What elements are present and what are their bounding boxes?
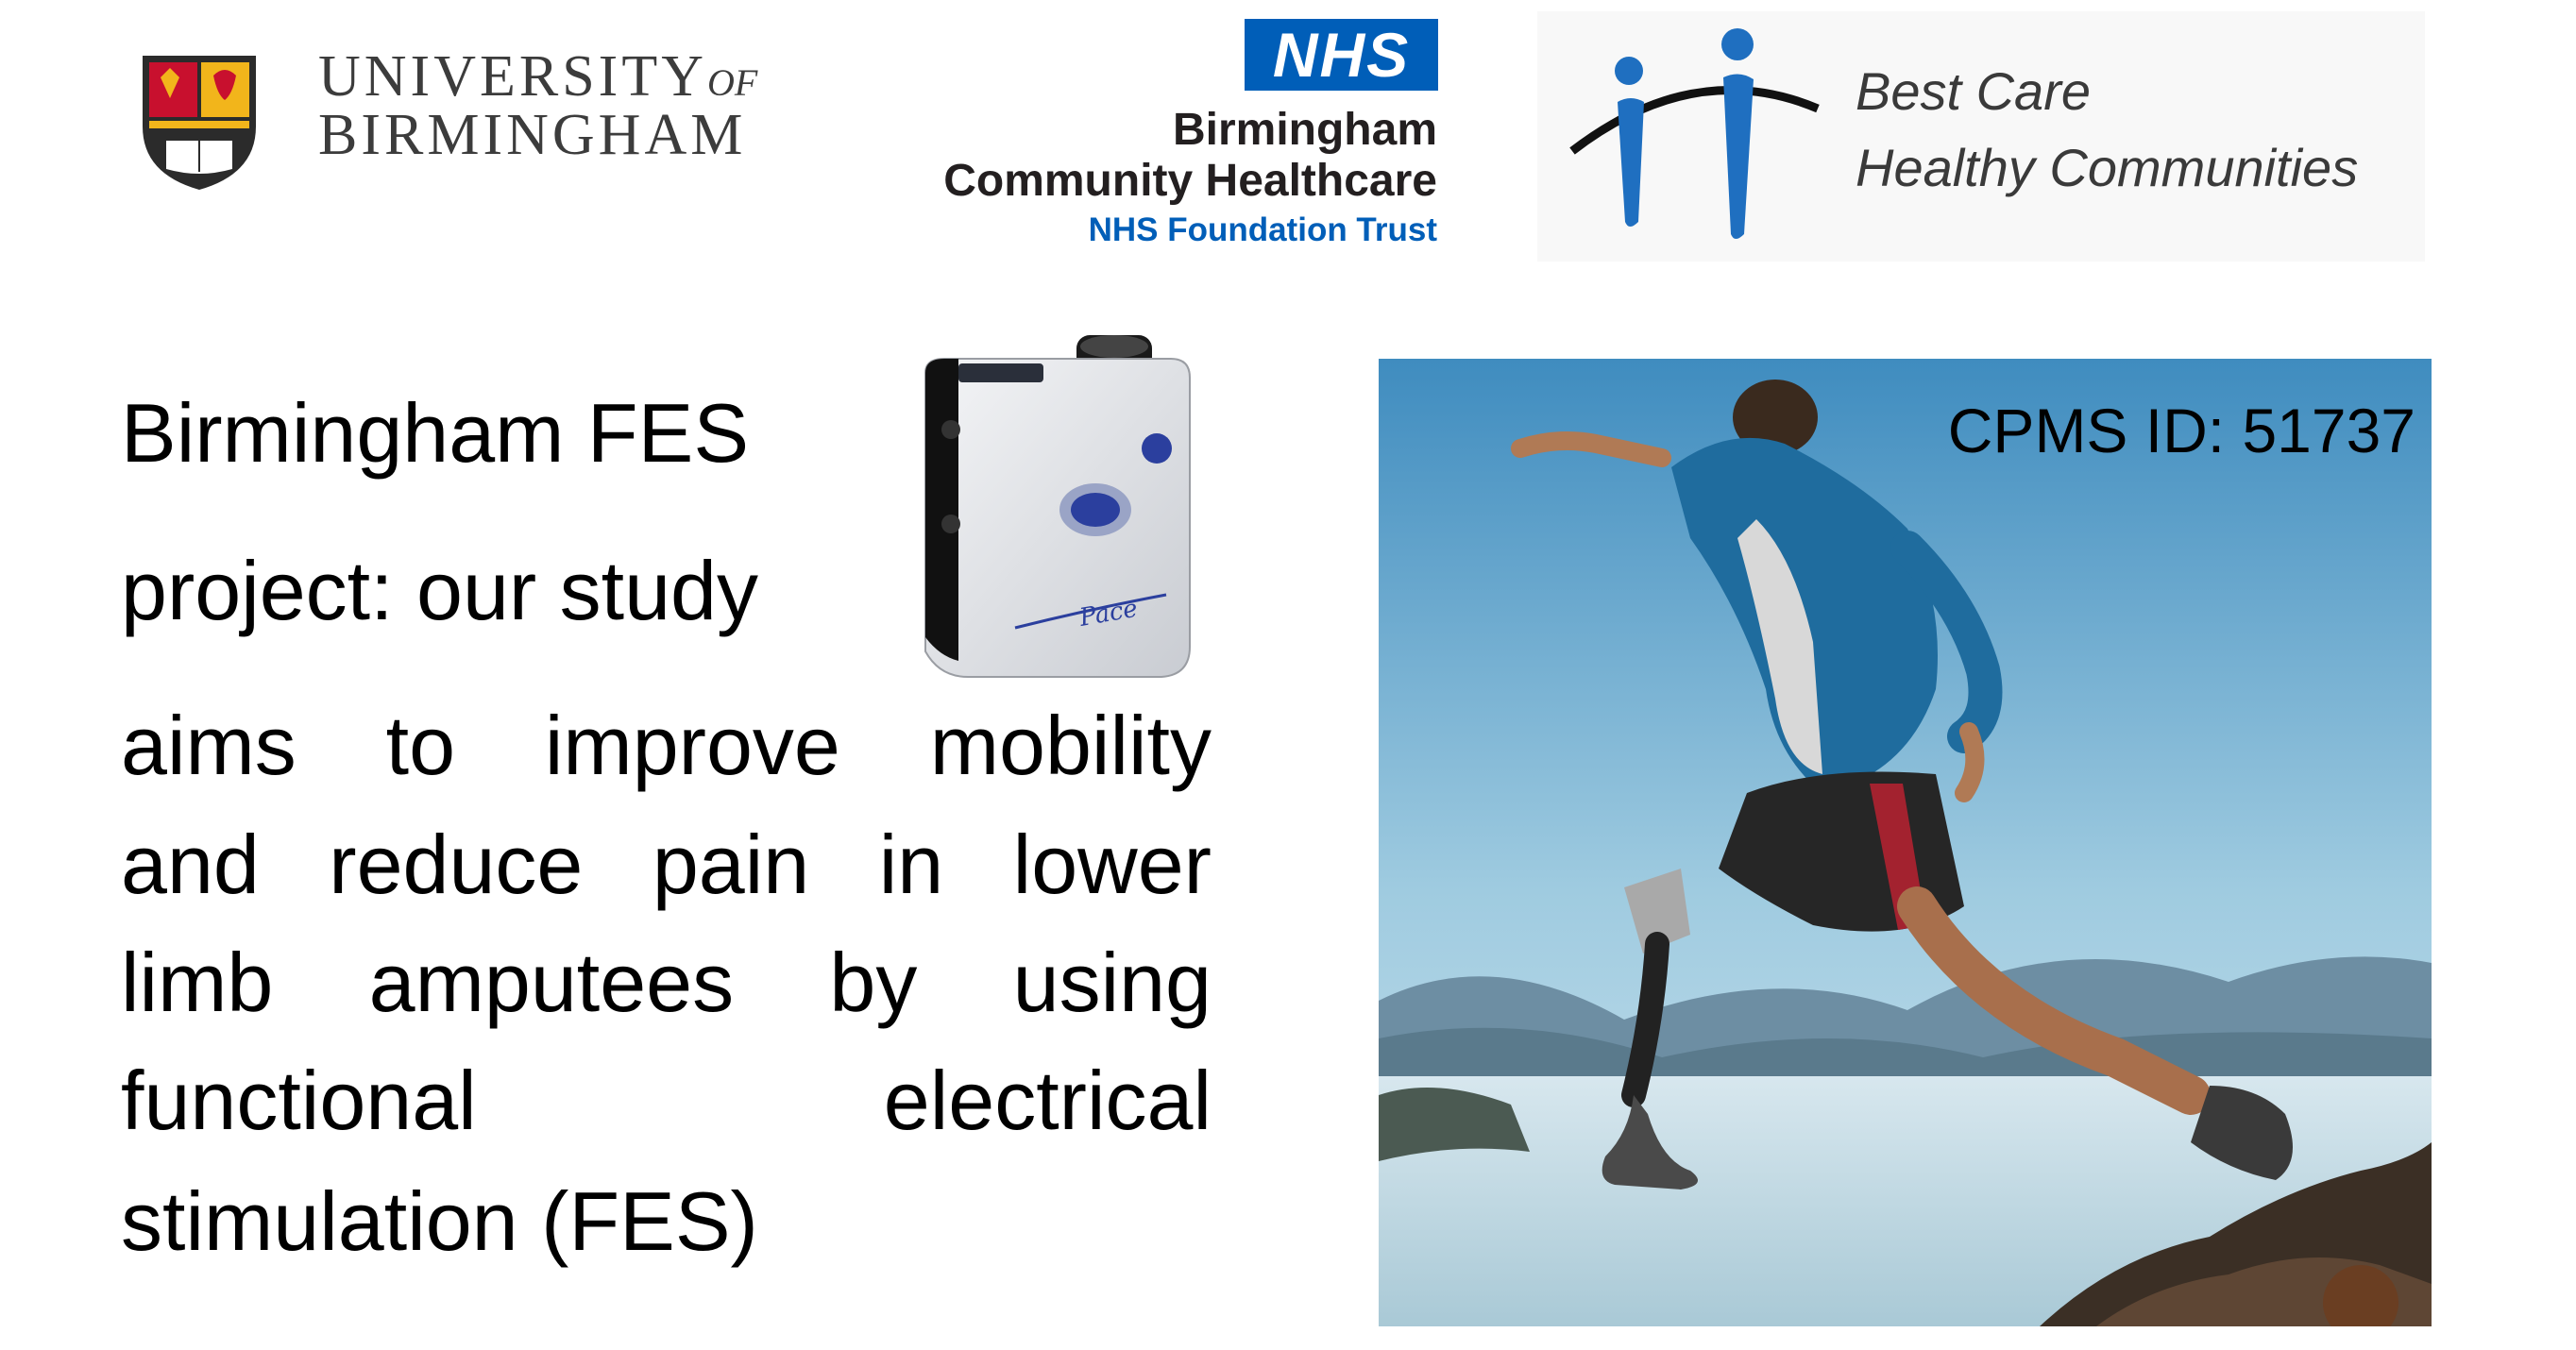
word: functional [121, 1054, 477, 1147]
nhs-badge: NHS [1245, 19, 1438, 91]
word: pain [652, 818, 810, 911]
university-name-line1: UNIVERSITYOF [318, 44, 758, 109]
word: lower [1012, 818, 1212, 911]
study-description-line5: limb amputees by using [121, 941, 1212, 1024]
amputee-runner-photo [1379, 359, 2432, 1326]
university-name-line2: BIRMINGHAM [318, 103, 747, 167]
study-description-line7: stimulation (FES) [121, 1174, 758, 1268]
nhs-trust-name-line2: Community Healthcare [943, 156, 1437, 206]
word: improve [544, 699, 840, 792]
study-description-line4: and reduce pain in lower [121, 823, 1212, 906]
word: by [829, 936, 918, 1029]
nhs-trust-name-line1: Birmingham [1172, 105, 1437, 155]
word: using [1012, 936, 1212, 1029]
word: amputees [368, 936, 735, 1029]
cpms-id-label: CPMS ID: 51737 [1947, 396, 2415, 465]
two-people-icon [1569, 28, 1820, 239]
study-description-line3: aims to improve mobility [121, 704, 1212, 787]
study-description-line2: project: our study [121, 544, 758, 637]
fes-stimulator-device-icon: Pace [924, 335, 1191, 678]
study-description-line6: functional electrical [121, 1059, 1212, 1142]
best-care-tagline-line1: Best Care [1856, 61, 2091, 121]
word: limb [121, 936, 274, 1029]
word: reduce [329, 818, 584, 911]
university-crest-icon [143, 56, 256, 190]
word: to [385, 699, 456, 792]
word: in [878, 818, 944, 911]
word: aims [121, 699, 297, 792]
word: and [121, 818, 260, 911]
word: electrical [883, 1054, 1212, 1147]
study-description-line1: Birmingham FES [121, 386, 750, 480]
nhs-foundation-trust-label: NHS Foundation Trust [1088, 211, 1437, 248]
best-care-tagline-line2: Healthy Communities [1856, 138, 2359, 197]
word: mobility [929, 699, 1212, 792]
